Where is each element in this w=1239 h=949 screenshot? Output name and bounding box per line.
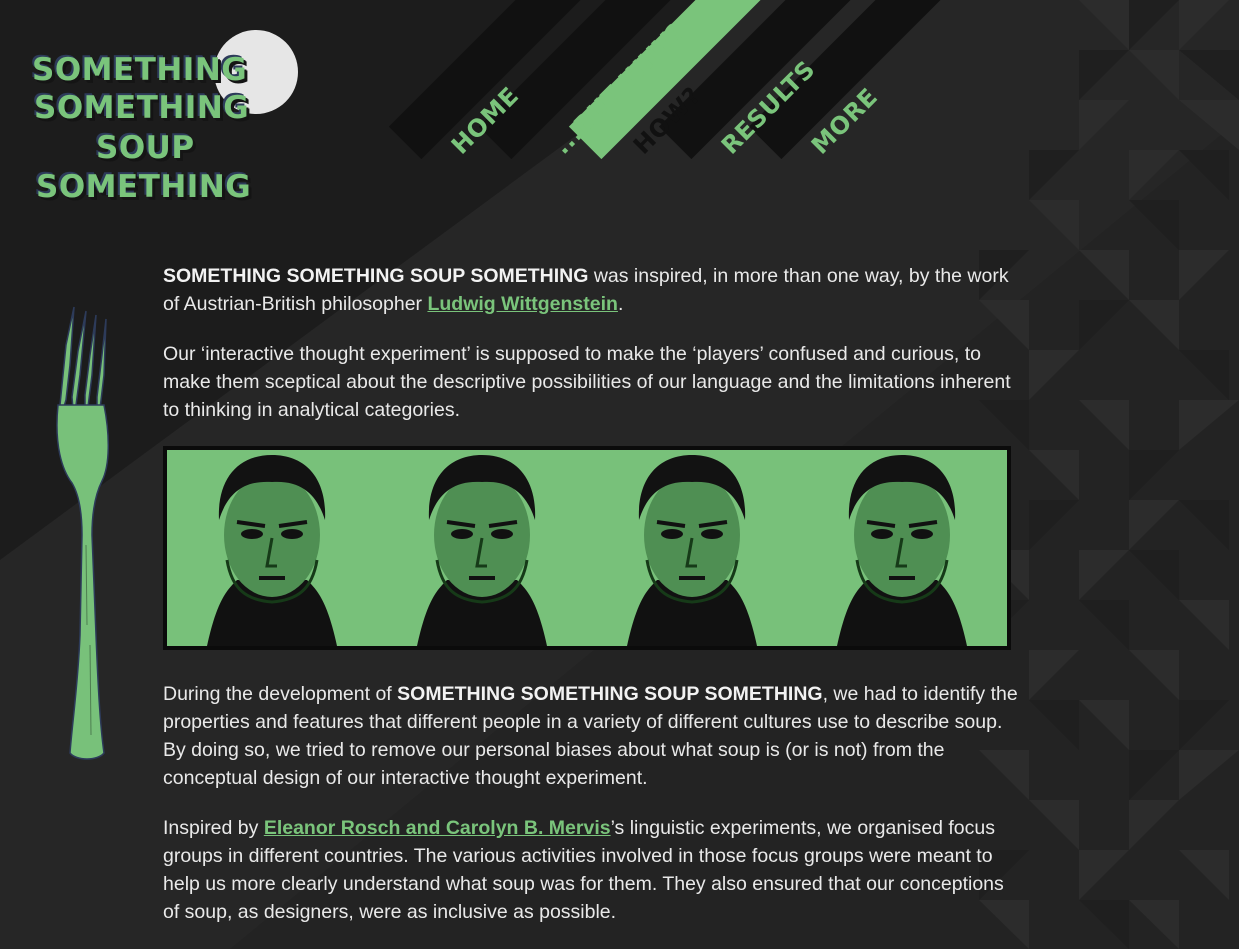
link-ludwig-wittgenstein[interactable]: Ludwig Wittgenstein <box>427 293 617 315</box>
link-rosch-mervis[interactable]: Eleanor Rosch and Carolyn B. Mervis <box>264 817 611 839</box>
paragraph-development: During the development of SOMETHING SOME… <box>163 680 1023 792</box>
paragraph-thought-experiment: Our ‘interactive thought experiment’ is … <box>163 343 1011 421</box>
paragraph-focus-groups-start: Inspired by <box>163 817 264 839</box>
fork-icon <box>56 306 110 760</box>
portrait-repeats <box>207 453 969 646</box>
project-title-bold-2: SOMETHING SOMETHING SOUP SOMETHING <box>397 683 823 705</box>
main-content: SOMETHING SOMETHING SOUP SOMETHING was i… <box>163 262 1013 446</box>
wittgenstein-portrait-banner <box>163 446 1011 650</box>
main-nav: HOME ...BUT WHY? HOW? RESULTS MORE <box>0 0 1239 170</box>
paragraph-focus-groups: Inspired by Eleanor Rosch and Carolyn B.… <box>163 814 1023 926</box>
paragraph-intro: SOMETHING SOMETHING SOUP SOMETHING was i… <box>163 262 1013 318</box>
paragraph-intro-end: . <box>617 293 624 315</box>
project-title-bold: SOMETHING SOMETHING SOUP SOMETHING <box>163 265 589 287</box>
paragraph-development-start: During the development of <box>163 683 398 705</box>
logo-line-4: SOMETHING <box>36 169 252 205</box>
